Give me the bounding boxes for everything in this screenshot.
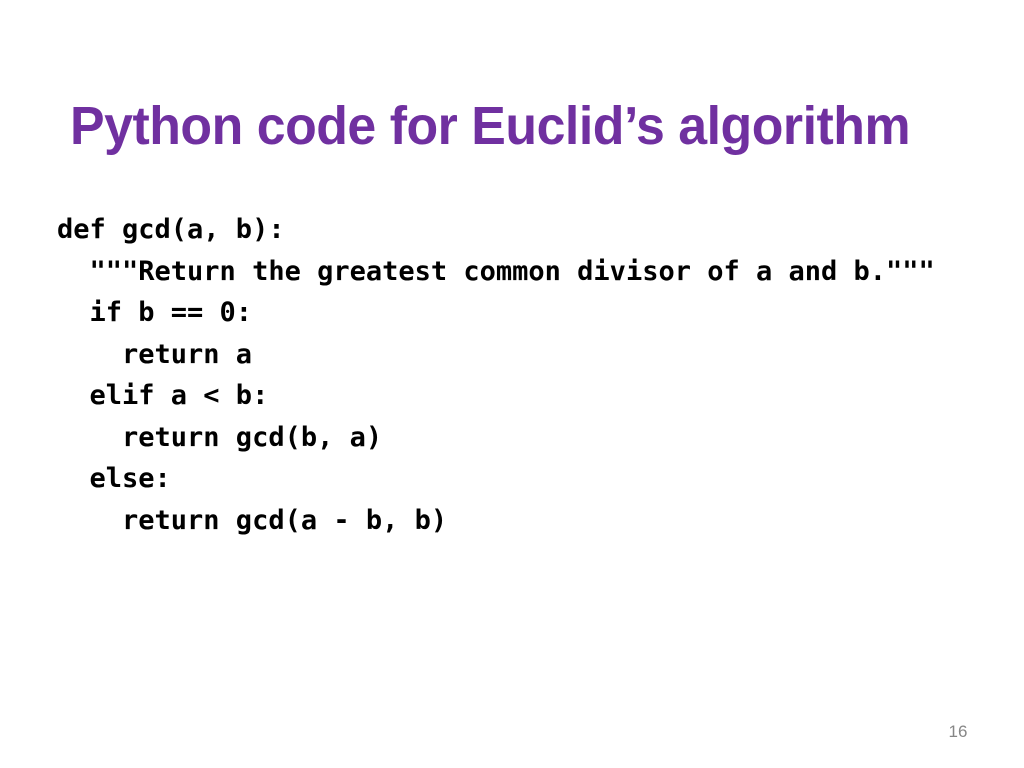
page-number: 16: [948, 722, 968, 741]
page-title: Python code for Euclid’s algorithm: [70, 96, 911, 157]
code-line: """Return the greatest common divisor of…: [57, 255, 935, 287]
code-line: return gcd(b, a): [57, 421, 383, 453]
code-line: def gcd(a, b):: [57, 214, 285, 245]
code-line: else:: [57, 463, 171, 494]
code-line: if b == 0:: [57, 297, 253, 328]
slide-canvas: Python code for Euclid’s algorithm def g…: [0, 0, 1024, 768]
code-line: return a: [57, 338, 253, 370]
code-block: def gcd(a, b): """Return the greatest co…: [57, 209, 1007, 541]
code-line: return gcd(a - b, b): [57, 504, 448, 536]
code-line: elif a < b:: [57, 380, 269, 411]
code-content: def gcd(a, b): """Return the greatest co…: [57, 209, 1007, 541]
